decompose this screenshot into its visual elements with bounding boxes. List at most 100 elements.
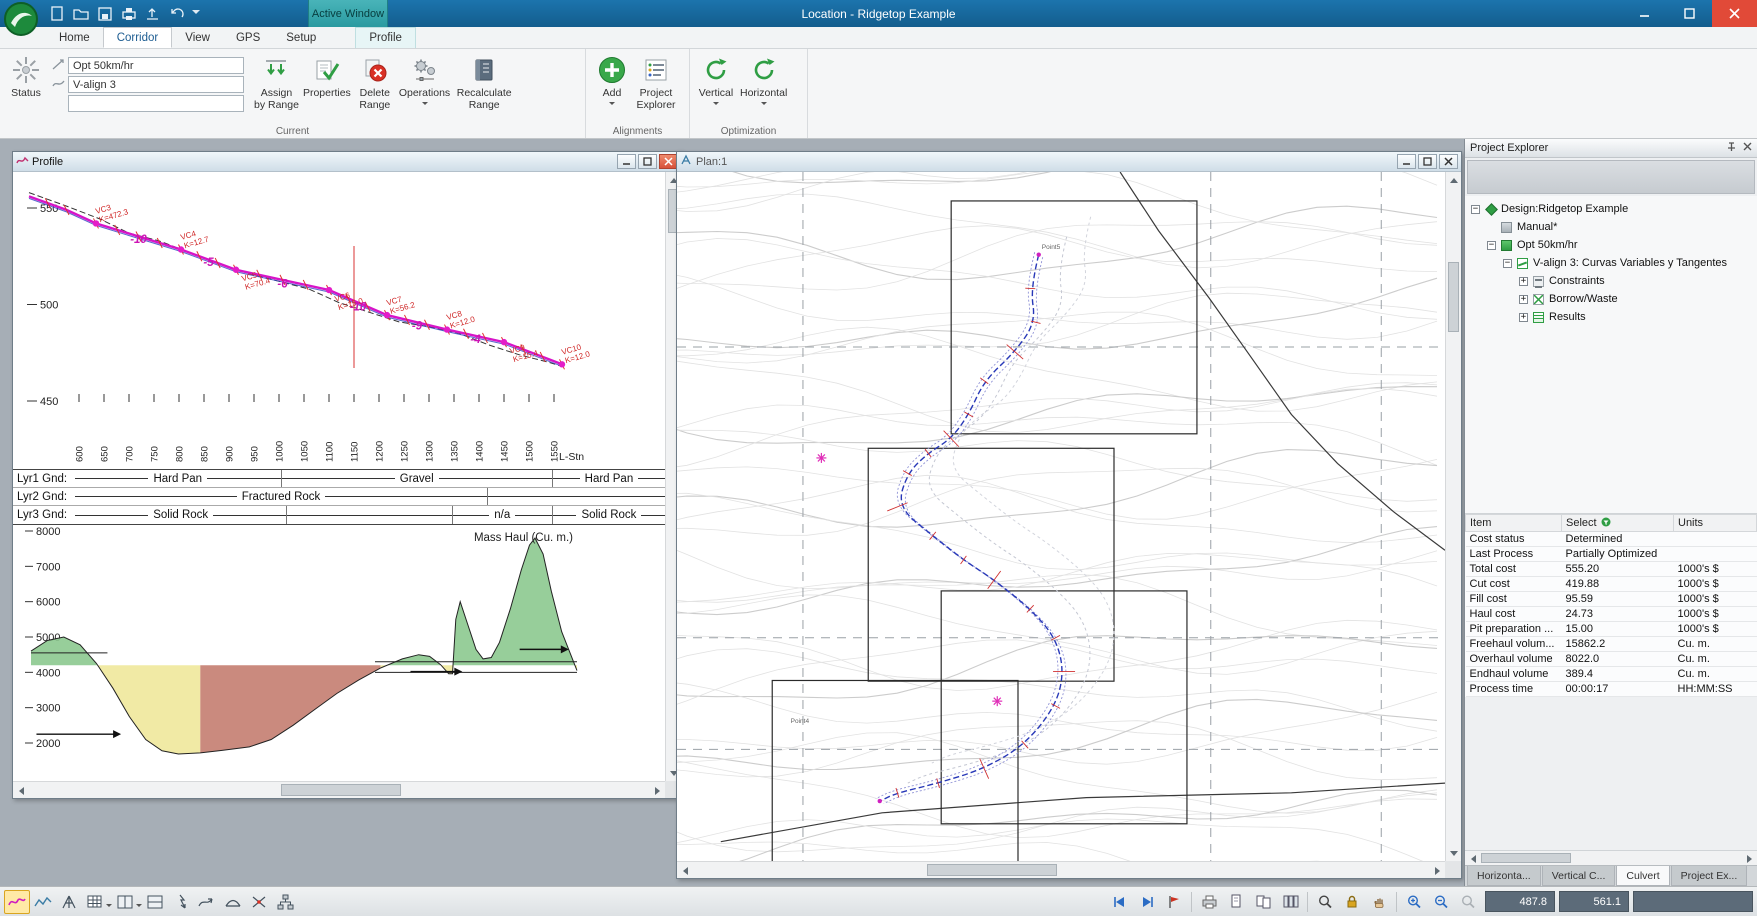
next-view-icon[interactable] [1134, 890, 1160, 914]
tree-item[interactable]: +Borrow/Waste [1465, 290, 1757, 308]
expand-box[interactable]: + [1519, 295, 1528, 304]
plan-window-titlebar[interactable]: Plan:1 [677, 152, 1461, 172]
recalculate-range-button[interactable]: Recalculate Range [452, 52, 516, 122]
ribbon-tab-profile[interactable]: Profile [355, 27, 416, 48]
profile-window-titlebar[interactable]: Profile [13, 152, 681, 172]
tree-item[interactable]: −Opt 50km/hr [1465, 236, 1757, 254]
profile-maximize-button[interactable] [638, 154, 657, 169]
maximize-button[interactable] [1667, 0, 1712, 27]
explorer-horizontal-scrollbar[interactable] [1465, 850, 1757, 865]
add-dropdown-caret[interactable] [609, 102, 615, 108]
delete-range-button[interactable]: Delete Range [353, 52, 397, 122]
profile-view-icon[interactable] [30, 890, 56, 914]
ribbon-tab-gps[interactable]: GPS [223, 27, 273, 48]
crossing-icon[interactable] [246, 890, 272, 914]
vertical-dropdown-caret[interactable] [713, 102, 719, 108]
ribbon-tab-view[interactable]: View [172, 27, 223, 48]
flow-arrow-icon[interactable] [194, 890, 220, 914]
add-button[interactable]: Add [590, 52, 634, 122]
collapse-box[interactable]: − [1487, 241, 1496, 250]
panel-close-icon[interactable] [1743, 142, 1752, 154]
survey-icon[interactable] [56, 890, 82, 914]
cost-table-header-item[interactable]: Item [1466, 515, 1562, 532]
cost-table-header-units[interactable]: Units [1674, 515, 1757, 532]
zoom-out-icon[interactable] [1428, 890, 1454, 914]
window-pane-icon[interactable] [142, 890, 168, 914]
cost-table-row[interactable]: Fill cost95.591000's $ [1466, 592, 1757, 607]
lock-icon[interactable] [1339, 890, 1365, 914]
pin-icon[interactable] [1726, 141, 1737, 155]
collapse-box[interactable]: − [1503, 259, 1512, 268]
tree-item[interactable]: Manual* [1465, 218, 1757, 236]
flag-icon[interactable] [1161, 890, 1187, 914]
print-map-icon[interactable] [1196, 890, 1222, 914]
profile-chart[interactable]: 5505004506006507007508008509009501000105… [13, 172, 665, 469]
valign-field[interactable] [68, 76, 244, 93]
properties-button[interactable]: Properties [301, 52, 353, 122]
plan-map[interactable]: Point5Point4 [677, 172, 1445, 861]
app-logo-icon[interactable] [3, 1, 40, 38]
alignment-field[interactable] [68, 57, 244, 74]
project-explorer-button[interactable]: Project Explorer [634, 52, 678, 122]
ribbon-tab-corridor[interactable]: Corridor [103, 27, 173, 48]
zoom-window-icon[interactable] [1312, 890, 1338, 914]
plan-horizontal-scrollbar[interactable] [677, 861, 1445, 878]
profile-window[interactable]: Profile 55050045060065070075080085090095… [12, 151, 682, 799]
cost-table-row[interactable]: Pit preparation ...15.001000's $ [1466, 622, 1757, 637]
cost-table-row[interactable]: Total cost555.201000's $ [1466, 562, 1757, 577]
plan-vertical-scrollbar[interactable] [1445, 172, 1461, 861]
plan-map-area[interactable]: Point5Point4 [677, 172, 1445, 861]
operations-dropdown-caret[interactable] [422, 102, 428, 108]
cost-table-row[interactable]: Endhaul volume389.4Cu. m. [1466, 667, 1757, 682]
expand-box[interactable]: + [1519, 313, 1528, 322]
undo-icon[interactable] [166, 4, 187, 24]
previous-view-icon[interactable] [1107, 890, 1133, 914]
horizontal-dropdown-caret[interactable] [761, 102, 767, 108]
export-icon[interactable] [142, 4, 163, 24]
cost-table-row[interactable]: Haul cost24.731000's $ [1466, 607, 1757, 622]
plan-maximize-button[interactable] [1418, 154, 1437, 169]
cost-table-row[interactable]: Freehaul volum...15862.2Cu. m. [1466, 637, 1757, 652]
profile-horizontal-scrollbar[interactable] [13, 781, 665, 798]
ribbon-tab-home[interactable]: Home [46, 27, 103, 48]
panel-tab-vertical-c-[interactable]: Vertical C... [1542, 866, 1616, 886]
expand-box[interactable]: + [1519, 277, 1528, 286]
project-explorer-header[interactable]: Project Explorer [1465, 139, 1757, 158]
cost-table-row[interactable]: Overhaul volume8022.0Cu. m. [1466, 652, 1757, 667]
assign-by-range-button[interactable]: Assign by Range [252, 52, 301, 122]
vertical-optimization-button[interactable]: Vertical [694, 52, 738, 122]
cost-table-row[interactable]: Process time00:00:17HH:MM:SS [1466, 682, 1757, 697]
cost-table-row[interactable]: Cost statusDetermined [1466, 532, 1757, 547]
plan-window[interactable]: Plan:1 Point5Point4 [676, 151, 1462, 879]
qat-dropdown-caret[interactable] [192, 10, 200, 18]
close-button[interactable] [1712, 0, 1757, 27]
filter-icon[interactable] [1601, 517, 1611, 530]
panel-tab-project-ex-[interactable]: Project Ex... [1671, 866, 1748, 886]
horizontal-optimization-button[interactable]: Horizontal [738, 52, 789, 122]
plan-minimize-button[interactable] [1397, 154, 1416, 169]
open-folder-icon[interactable] [70, 4, 91, 24]
ribbon-tab-setup[interactable]: Setup [273, 27, 329, 48]
extra-field[interactable] [68, 95, 244, 112]
cost-table-header-select[interactable]: Select [1562, 515, 1674, 532]
split-window-icon[interactable] [112, 890, 138, 914]
hierarchy-icon[interactable] [272, 890, 298, 914]
mass-haul-chart[interactable]: 8000700060005000400030002000Mass Haul (C… [13, 525, 665, 771]
save-icon[interactable] [94, 4, 115, 24]
status-button[interactable]: Status [4, 52, 48, 122]
panel-tab-culvert[interactable]: Culvert [1616, 866, 1669, 886]
page-icon[interactable] [1223, 890, 1249, 914]
print-icon[interactable] [118, 4, 139, 24]
tree-item[interactable]: −Design:Ridgetop Example [1465, 200, 1757, 218]
zoom-in-icon[interactable] [1401, 890, 1427, 914]
tree-item[interactable]: −V-align 3: Curvas Variables y Tangentes [1465, 254, 1757, 272]
columns-icon[interactable] [1277, 890, 1303, 914]
panel-tab-horizonta-[interactable]: Horizonta... [1467, 866, 1541, 886]
plan-close-button[interactable] [1439, 154, 1458, 169]
pan-hand-icon[interactable] [1366, 890, 1392, 914]
section-bolt-icon[interactable] [168, 890, 194, 914]
tree-item[interactable]: +Results [1465, 308, 1757, 326]
operations-button[interactable]: Operations [397, 52, 452, 122]
data-table-icon[interactable] [82, 890, 108, 914]
profile-minimize-button[interactable] [617, 154, 636, 169]
